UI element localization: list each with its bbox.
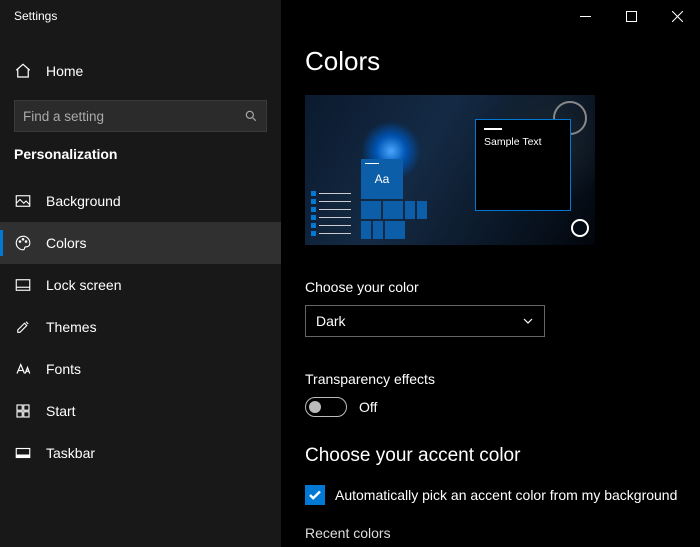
minimize-button[interactable] [562,0,608,32]
preview-tiles: Aa [361,159,441,239]
accent-heading: Choose your accent color [305,445,700,467]
nav-item-label: Background [46,193,121,209]
preview-sample-text: Sample Text [484,136,562,148]
search-box[interactable] [14,100,267,132]
nav-item-colors[interactable]: Colors [0,222,281,264]
color-mode-value: Dark [316,313,346,329]
auto-accent-label: Automatically pick an accent color from … [335,487,677,503]
maximize-button[interactable] [608,0,654,32]
taskbar-icon [14,444,32,462]
nav-item-label: Fonts [46,361,81,377]
brush-icon [14,318,32,336]
window-title: Settings [0,0,281,32]
search-input[interactable] [23,109,244,124]
transparency-toggle[interactable] [305,397,347,417]
nav-list: Background Colors Lock screen Themes Fon… [0,180,281,474]
start-icon [14,402,32,420]
page-title: Colors [305,46,700,77]
lockscreen-icon [14,276,32,294]
window-controls [562,0,700,32]
nav-item-background[interactable]: Background [0,180,281,222]
nav-item-lock-screen[interactable]: Lock screen [0,264,281,306]
picture-icon [14,192,32,210]
nav-item-start[interactable]: Start [0,390,281,432]
nav-item-taskbar[interactable]: Taskbar [0,432,281,474]
nav-item-fonts[interactable]: Fonts [0,348,281,390]
category-heading: Personalization [0,146,281,162]
auto-accent-checkbox[interactable] [305,485,325,505]
check-icon [308,488,322,502]
nav-item-label: Colors [46,235,86,251]
close-button[interactable] [654,0,700,32]
nav-item-label: Start [46,403,76,419]
home-icon [14,62,32,80]
transparency-state: Off [359,399,377,415]
theme-preview: Aa Sample Text [305,95,595,245]
preview-window: Sample Text [475,119,571,211]
recent-colors-label: Recent colors [305,525,700,541]
nav-item-label: Themes [46,319,97,335]
content-pane: Colors Aa [281,0,700,547]
color-mode-label: Choose your color [305,279,700,295]
transparency-label: Transparency effects [305,371,700,387]
sidebar: Settings Home Personalization Background… [0,0,281,547]
nav-item-label: Taskbar [46,445,95,461]
palette-icon [14,234,32,252]
color-mode-select[interactable]: Dark [305,305,545,337]
preview-tile-aa: Aa [361,159,403,199]
preview-startlist [311,191,351,239]
nav-home-label: Home [46,63,83,79]
cortana-icon [571,219,589,237]
nav-item-themes[interactable]: Themes [0,306,281,348]
fonts-icon [14,360,32,378]
chevron-down-icon [522,315,534,327]
nav-item-label: Lock screen [46,277,121,293]
window-title-text: Settings [14,9,57,23]
nav-home[interactable]: Home [0,50,281,92]
search-icon [244,109,258,123]
